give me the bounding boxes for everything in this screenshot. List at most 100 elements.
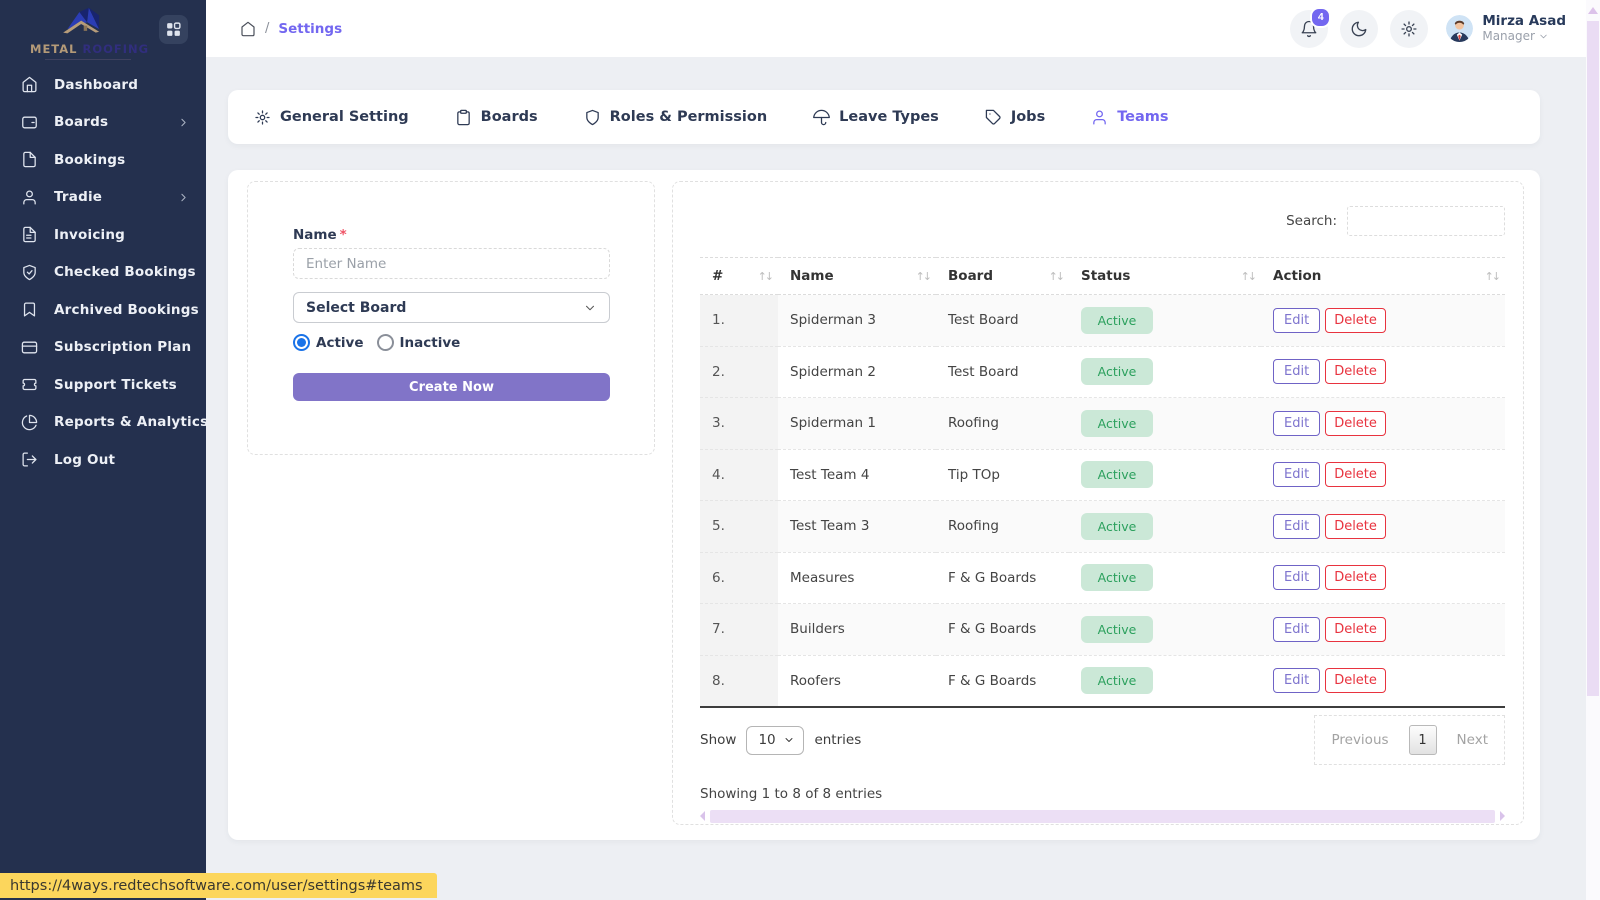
sidebar-item-tradie[interactable]: Tradie <box>0 179 206 217</box>
status-badge: Active <box>1081 358 1153 385</box>
delete-button[interactable]: Delete <box>1325 359 1386 384</box>
edit-button[interactable]: Edit <box>1273 359 1320 384</box>
scroll-left-arrow-icon[interactable] <box>700 811 705 821</box>
entries-summary: Showing 1 to 8 of 8 entries <box>700 786 1505 802</box>
sidebar-item-reports-analytics[interactable]: Reports & Analytics <box>0 404 206 442</box>
tab-label: Roles & Permission <box>610 109 768 125</box>
clipboard-icon <box>455 109 472 126</box>
scroll-right-arrow-icon[interactable] <box>1500 811 1505 821</box>
search-input[interactable] <box>1347 206 1505 236</box>
dark-mode-button[interactable] <box>1340 10 1378 48</box>
delete-button[interactable]: Delete <box>1325 514 1386 539</box>
column-header-[interactable]: #↑↓ <box>700 258 778 295</box>
column-header-status[interactable]: Status↑↓ <box>1069 258 1261 295</box>
status-badge: Active <box>1081 616 1153 643</box>
home-icon[interactable] <box>240 21 256 37</box>
sidebar-item-label: Checked Bookings <box>54 264 196 280</box>
main-content: General Setting Boards Roles & Permission L… <box>206 57 1586 900</box>
page-1-button[interactable]: 1 <box>1409 725 1437 755</box>
delete-button[interactable]: Delete <box>1325 308 1386 333</box>
log-out-icon <box>21 451 38 468</box>
sidebar-item-checked-bookings[interactable]: Checked Bookings <box>0 254 206 292</box>
user-menu[interactable]: Mirza Asad Manager <box>1446 13 1566 45</box>
column-header-board[interactable]: Board↑↓ <box>936 258 1069 295</box>
board-select[interactable]: Select Board <box>293 292 610 323</box>
row-number: 8. <box>700 655 778 707</box>
home-icon <box>21 76 38 93</box>
sort-icon[interactable]: ↑↓ <box>1485 270 1499 283</box>
delete-button[interactable]: Delete <box>1325 411 1386 436</box>
sidebar-item-support-tickets[interactable]: Support Tickets <box>0 366 206 404</box>
edit-button[interactable]: Edit <box>1273 308 1320 333</box>
radio-active[interactable] <box>293 334 310 351</box>
sidebar-item-label: Subscription Plan <box>54 339 191 355</box>
delete-button[interactable]: Delete <box>1325 668 1386 693</box>
radio-inactive[interactable] <box>377 334 394 351</box>
delete-button[interactable]: Delete <box>1325 462 1386 487</box>
team-board: Roofing <box>936 501 1069 553</box>
apps-grid-button[interactable] <box>159 15 188 44</box>
tab-label: General Setting <box>280 109 409 125</box>
sidebar-item-log-out[interactable]: Log Out <box>0 441 206 479</box>
gear-icon <box>1400 20 1418 38</box>
team-board: Test Board <box>936 346 1069 398</box>
file-icon <box>21 151 38 168</box>
sidebar-item-bookings[interactable]: Bookings <box>0 141 206 179</box>
create-now-button[interactable]: Create Now <box>293 373 610 401</box>
page-size-select[interactable]: 10 <box>746 726 804 755</box>
brand-logo-icon <box>57 6 119 42</box>
name-label: Name <box>293 227 337 243</box>
sidebar-item-boards[interactable]: Boards <box>0 104 206 142</box>
team-name: Test Team 3 <box>778 501 936 553</box>
team-name: Spiderman 3 <box>778 295 936 347</box>
tab-jobs[interactable]: Jobs <box>985 109 1045 126</box>
board-icon <box>21 114 38 131</box>
tab-roles-permission[interactable]: Roles & Permission <box>584 109 768 126</box>
scroll-up-arrow-icon[interactable] <box>1588 7 1598 14</box>
tag-icon <box>985 109 1002 126</box>
previous-page-button[interactable]: Previous <box>1331 732 1388 748</box>
search-label: Search: <box>1286 213 1337 229</box>
tab-label: Teams <box>1117 109 1168 125</box>
notifications-button[interactable]: 4 <box>1290 10 1328 48</box>
team-board: F & G Boards <box>936 655 1069 707</box>
horizontal-scrollbar-thumb[interactable] <box>710 810 1495 823</box>
sort-icon[interactable]: ↑↓ <box>1241 270 1255 283</box>
delete-button[interactable]: Delete <box>1325 565 1386 590</box>
credit-card-icon <box>21 339 38 356</box>
edit-button[interactable]: Edit <box>1273 565 1320 590</box>
sidebar-item-label: Boards <box>54 114 177 130</box>
team-name-input[interactable] <box>293 248 610 279</box>
tab-boards[interactable]: Boards <box>455 109 538 126</box>
tab-teams[interactable]: Teams <box>1091 109 1168 126</box>
edit-button[interactable]: Edit <box>1273 411 1320 436</box>
next-page-button[interactable]: Next <box>1457 732 1488 748</box>
tab-general-setting[interactable]: General Setting <box>254 109 409 126</box>
table-row: 8.RoofersF & G BoardsActiveEditDelete <box>700 655 1505 707</box>
tab-leave-types[interactable]: Leave Types <box>813 109 939 126</box>
chevron-right-icon <box>177 191 190 204</box>
team-board: F & G Boards <box>936 604 1069 656</box>
sidebar-item-invoicing[interactable]: Invoicing <box>0 216 206 254</box>
edit-button[interactable]: Edit <box>1273 617 1320 642</box>
column-header-action[interactable]: Action↑↓ <box>1261 258 1505 295</box>
edit-button[interactable]: Edit <box>1273 514 1320 539</box>
breadcrumb-page[interactable]: Settings <box>278 21 342 37</box>
status-badge: Active <box>1081 410 1153 437</box>
delete-button[interactable]: Delete <box>1325 617 1386 642</box>
sidebar-item-archived-bookings[interactable]: Archived Bookings <box>0 291 206 329</box>
user-role: Manager <box>1482 29 1535 44</box>
sort-icon[interactable]: ↑↓ <box>1049 270 1063 283</box>
edit-button[interactable]: Edit <box>1273 462 1320 487</box>
sort-icon[interactable]: ↑↓ <box>758 270 772 283</box>
sort-icon[interactable]: ↑↓ <box>916 270 930 283</box>
settings-button[interactable] <box>1390 10 1428 48</box>
edit-button[interactable]: Edit <box>1273 668 1320 693</box>
column-header-name[interactable]: Name↑↓ <box>778 258 936 295</box>
sidebar-item-subscription-plan[interactable]: Subscription Plan <box>0 329 206 367</box>
page-size-group: Show 10 entries <box>700 726 861 755</box>
sidebar-item-dashboard[interactable]: Dashboard <box>0 66 206 104</box>
vertical-scrollbar-thumb[interactable] <box>1587 21 1599 696</box>
team-name: Test Team 4 <box>778 449 936 501</box>
vertical-scrollbar[interactable] <box>1586 0 1600 900</box>
